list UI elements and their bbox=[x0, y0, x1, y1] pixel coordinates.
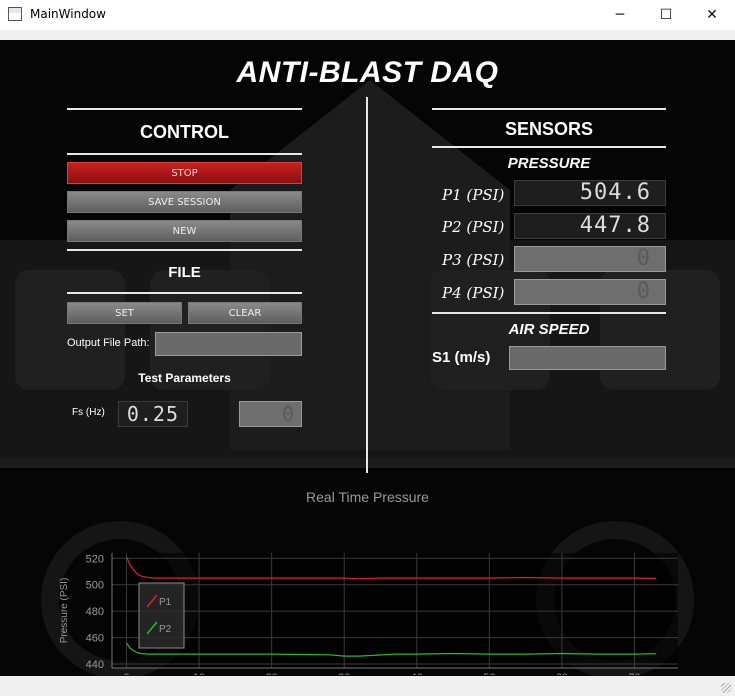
air-speed-divider bbox=[432, 312, 666, 314]
output-path-label: Output File Path: bbox=[67, 337, 150, 349]
x-tick-label: 40 bbox=[411, 672, 423, 675]
y-tick-label: 480 bbox=[86, 606, 104, 618]
y-tick-label: 500 bbox=[86, 580, 104, 592]
plot-area bbox=[112, 553, 678, 668]
second-parameter-display: 0 bbox=[239, 401, 302, 427]
real-time-pressure-chart: Real Time Pressure 010203040506070440460… bbox=[0, 475, 735, 675]
set-button[interactable]: SET bbox=[67, 302, 182, 324]
control-top-divider bbox=[67, 108, 302, 110]
p1-label: P1 (PSI) bbox=[442, 186, 505, 204]
status-bar bbox=[0, 676, 735, 696]
air-speed-title: AIR SPEED bbox=[508, 321, 590, 338]
fs-value-display: 0.25 bbox=[118, 401, 188, 427]
file-title: FILE bbox=[168, 264, 201, 281]
app-window-icon bbox=[8, 7, 22, 21]
main-panel: ANTI-BLAST DAQ CONTROL STOP SAVE SESSION… bbox=[0, 40, 735, 676]
s1-label: S1 (m/s) bbox=[432, 349, 491, 366]
chart-plot-svg: 010203040506070440460480500520Elapsed Ti… bbox=[59, 553, 678, 675]
p4-label: P4 (PSI) bbox=[442, 284, 505, 302]
x-tick-label: 0 bbox=[123, 672, 129, 675]
x-tick-label: 20 bbox=[266, 672, 278, 675]
legend-label-p1: P1 bbox=[159, 597, 172, 608]
y-tick-label: 440 bbox=[86, 659, 104, 671]
control-title: CONTROL bbox=[140, 122, 229, 142]
output-path-field[interactable] bbox=[155, 332, 302, 356]
x-tick-label: 60 bbox=[556, 672, 568, 675]
file-bottom-divider bbox=[67, 292, 302, 294]
x-tick-label: 30 bbox=[338, 672, 350, 675]
file-top-divider bbox=[67, 249, 302, 251]
window-title-bar: MainWindow ─ ☐ ✕ bbox=[0, 0, 735, 30]
test-parameters-title: Test Parameters bbox=[138, 371, 231, 385]
y-axis-label: Pressure (PSI) bbox=[59, 578, 70, 644]
menu-strip bbox=[0, 30, 735, 40]
p2-value-display: 447.8 bbox=[514, 213, 666, 239]
sensors-bottom-divider bbox=[432, 146, 666, 148]
window-title: MainWindow bbox=[30, 7, 106, 21]
control-bottom-divider bbox=[67, 153, 302, 155]
minimize-icon[interactable]: ─ bbox=[597, 0, 643, 30]
save-session-button[interactable]: SAVE SESSION bbox=[67, 191, 302, 213]
fs-label: Fs (Hz) bbox=[72, 407, 105, 418]
y-tick-label: 520 bbox=[86, 553, 104, 565]
pressure-title: PRESSURE bbox=[507, 155, 591, 172]
sensors-top-divider bbox=[432, 108, 666, 110]
app-title: ANTI-BLAST DAQ bbox=[236, 56, 499, 89]
sensors-title: SENSORS bbox=[504, 119, 594, 139]
close-icon[interactable]: ✕ bbox=[689, 0, 735, 30]
x-tick-label: 10 bbox=[193, 672, 205, 675]
resize-grip-icon[interactable] bbox=[721, 683, 731, 693]
legend-label-p2: P2 bbox=[159, 624, 172, 635]
x-tick-label: 70 bbox=[628, 672, 640, 675]
new-button[interactable]: NEW bbox=[67, 220, 302, 242]
center-divider bbox=[366, 97, 368, 473]
legend-box bbox=[138, 582, 185, 649]
s1-value-field bbox=[509, 346, 666, 370]
clear-button[interactable]: CLEAR bbox=[188, 302, 302, 324]
x-tick-label: 50 bbox=[483, 672, 495, 675]
y-tick-label: 460 bbox=[86, 633, 104, 645]
stop-button[interactable]: STOP bbox=[67, 162, 302, 184]
p2-label: P2 (PSI) bbox=[442, 218, 505, 236]
maximize-icon[interactable]: ☐ bbox=[643, 0, 689, 30]
p3-value-display: 0 bbox=[514, 246, 666, 272]
p3-label: P3 (PSI) bbox=[442, 251, 505, 269]
p1-value-display: 504.6 bbox=[514, 180, 666, 206]
p4-value-display: 0 bbox=[514, 279, 666, 305]
